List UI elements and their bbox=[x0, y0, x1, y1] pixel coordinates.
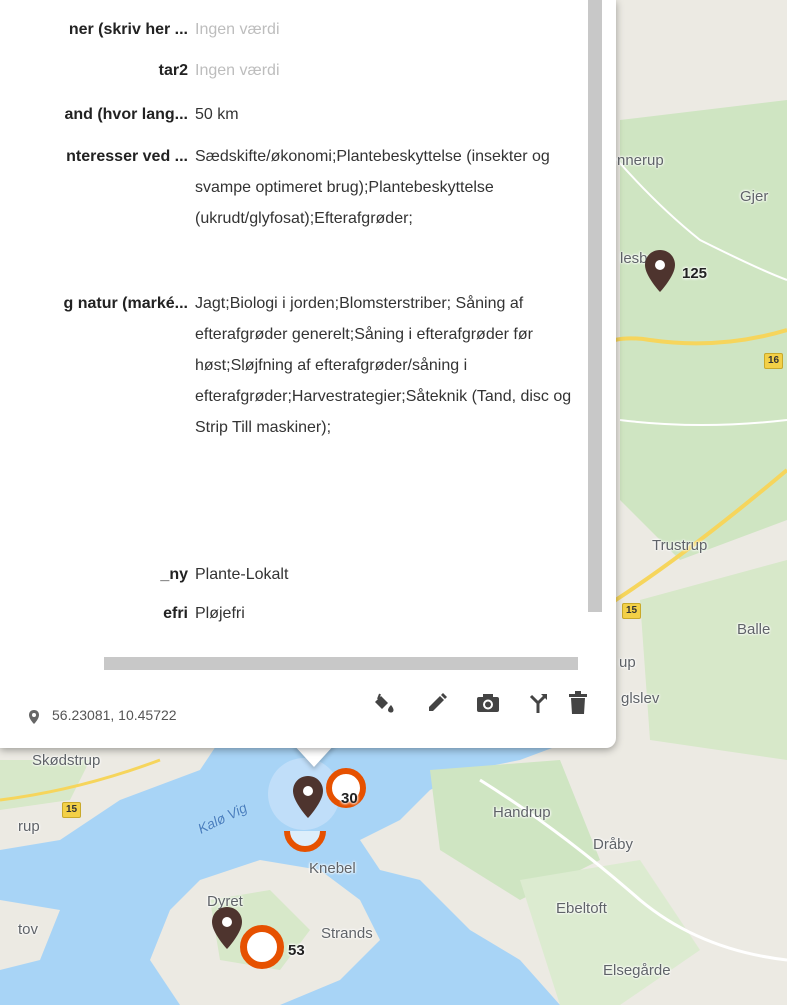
place-label: Gjer bbox=[740, 188, 769, 205]
place-label: Handrup bbox=[493, 804, 551, 821]
location-pin-icon bbox=[29, 710, 39, 724]
map-pin-icon[interactable] bbox=[291, 774, 325, 820]
camera-icon[interactable] bbox=[475, 690, 501, 716]
vertical-scrollbar[interactable] bbox=[588, 0, 602, 612]
attribute-value: Ingen værdi bbox=[195, 62, 280, 79]
map-pin-icon[interactable] bbox=[210, 905, 244, 951]
pencil-icon[interactable] bbox=[424, 690, 450, 716]
place-label: Skødstrup bbox=[32, 752, 101, 769]
paint-bucket-icon[interactable] bbox=[370, 690, 396, 716]
attribute-key: g natur (marké... bbox=[63, 295, 188, 312]
attribute-key: and (hvor lang... bbox=[64, 106, 188, 123]
place-label: Balle bbox=[737, 621, 771, 638]
trash-icon[interactable] bbox=[565, 690, 591, 716]
attribute-value: Pløjefri bbox=[195, 605, 245, 622]
coordinates-text: 56.23081, 10.45722 bbox=[52, 707, 177, 723]
cluster-ring[interactable] bbox=[240, 925, 284, 969]
attribute-value: Jagt;Biologi i jorden;Blomsterstriber; S… bbox=[195, 295, 572, 436]
attribute-value: Plante-Lokalt bbox=[195, 566, 289, 583]
marker-count: 125 bbox=[682, 265, 708, 282]
road-shield: 15 bbox=[622, 603, 642, 619]
attribute-key: ner (skriv her ... bbox=[68, 21, 188, 38]
map-pin-icon[interactable] bbox=[643, 248, 677, 294]
attribute-key: _ny bbox=[160, 566, 188, 583]
place-label: Strands bbox=[321, 925, 373, 942]
place-label: Trustrup bbox=[652, 537, 708, 554]
attribute-value: Ingen værdi bbox=[195, 21, 280, 38]
place-label: Knebel bbox=[309, 860, 356, 877]
place-label: Dråby bbox=[593, 836, 634, 853]
horizontal-scrollbar[interactable] bbox=[104, 657, 578, 670]
marker-count: 30 bbox=[341, 790, 358, 807]
place-label: up bbox=[619, 654, 636, 671]
attribute-key: efri bbox=[163, 605, 188, 622]
attribute-value: Sædskifte/økonomi;Plantebeskyttelse (ins… bbox=[195, 148, 550, 227]
place-label: rup bbox=[18, 818, 40, 835]
road-shield: 15 bbox=[62, 802, 82, 818]
feature-popup: ner (skriv her ... Ingen værdi tar2 Inge… bbox=[0, 0, 616, 748]
attribute-value: 50 km bbox=[195, 106, 239, 123]
place-label: tov bbox=[18, 921, 39, 938]
road-shield: 16 bbox=[764, 353, 784, 369]
place-label: glslev bbox=[621, 690, 660, 707]
attribute-key: tar2 bbox=[158, 62, 188, 79]
place-label: nnerup bbox=[617, 152, 664, 169]
marker-count: 53 bbox=[288, 942, 305, 959]
place-label: Elsegårde bbox=[603, 962, 671, 979]
place-label: Ebeltoft bbox=[556, 900, 607, 917]
attribute-key: nteresser ved ... bbox=[66, 148, 188, 165]
directions-icon[interactable] bbox=[526, 690, 552, 716]
